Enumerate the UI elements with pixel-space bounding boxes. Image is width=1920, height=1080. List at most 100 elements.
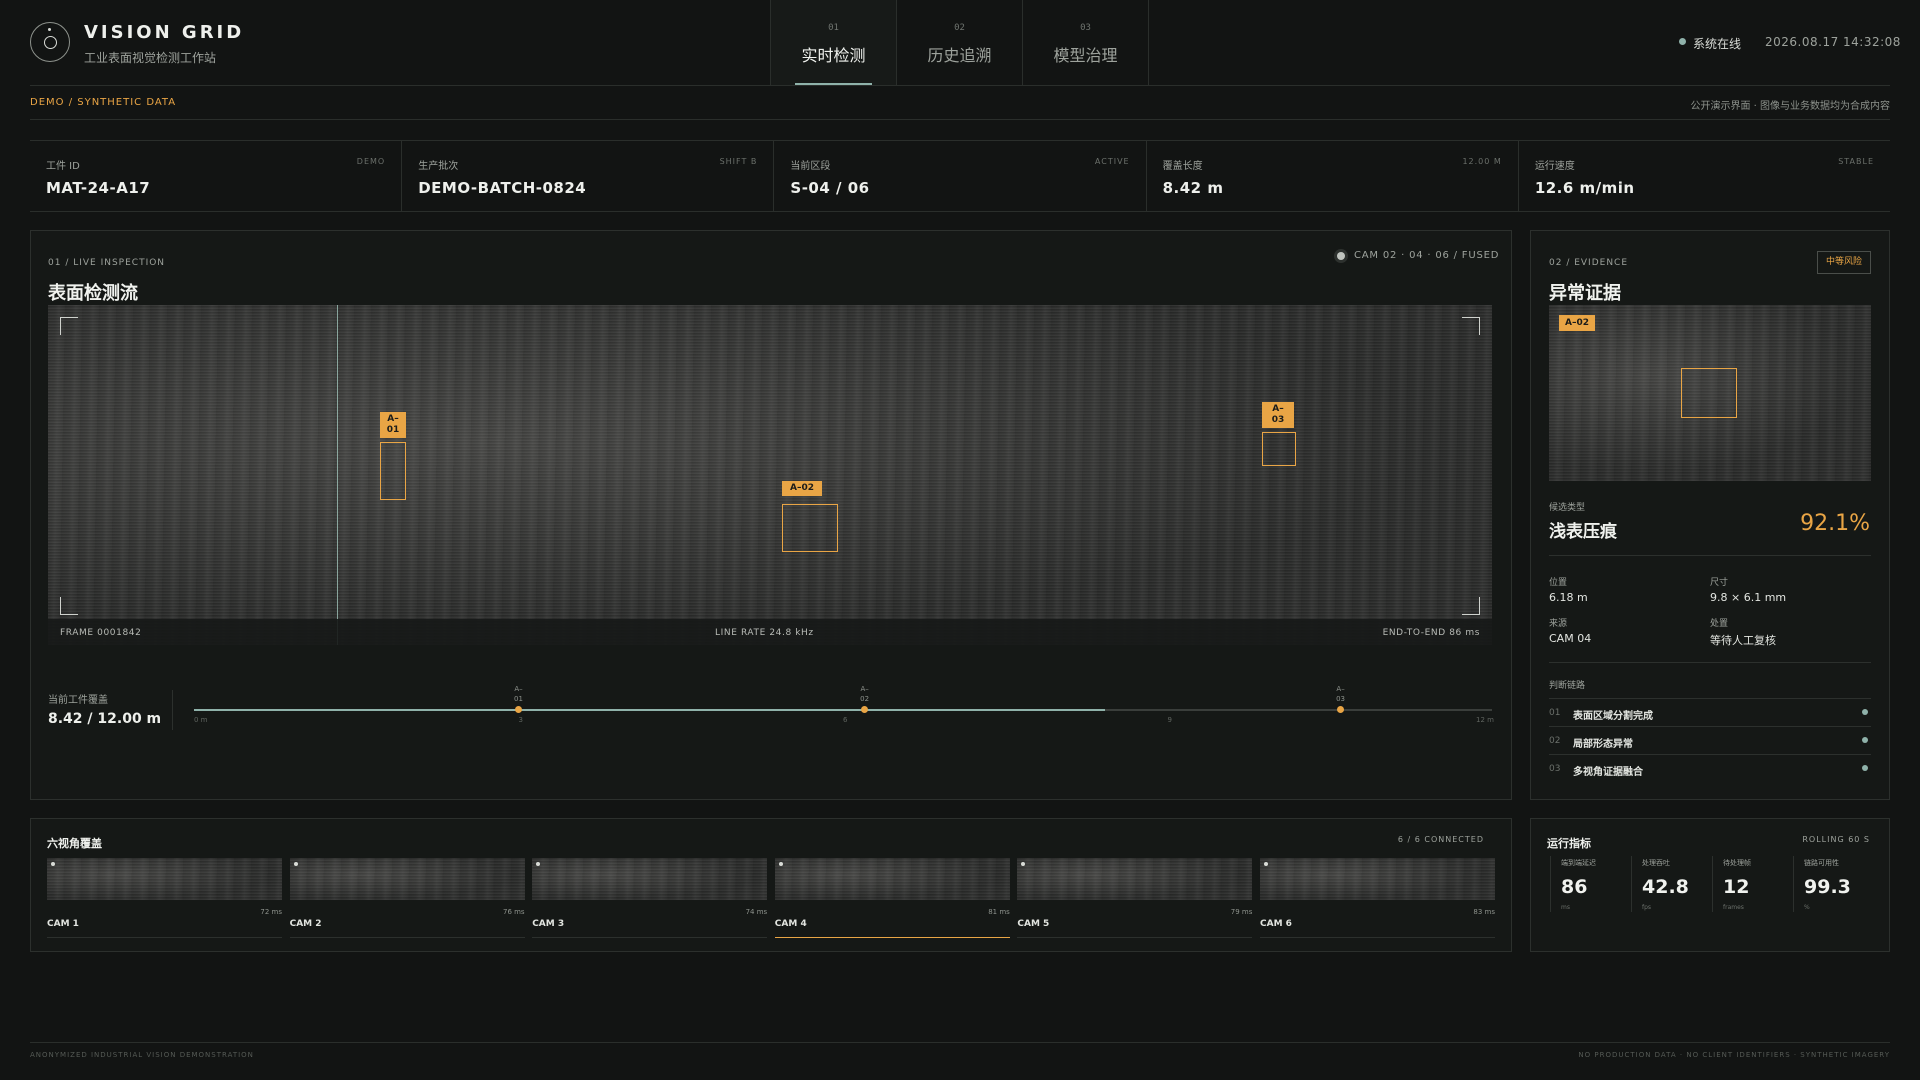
camera-item[interactable]: 81 ms CAM 4 — [774, 858, 1010, 938]
metric-value: 86 — [1561, 876, 1588, 898]
metrics-window: ROLLING 60 S — [1802, 835, 1870, 844]
camera-thumbnail — [532, 858, 768, 900]
frame-corner — [1462, 317, 1480, 335]
evidence-box — [1681, 368, 1737, 418]
info-tag: 12.00 M — [1462, 157, 1502, 166]
camera-thumbnail — [1017, 858, 1253, 900]
detection-box-a01[interactable] — [380, 442, 406, 500]
coverage-marker[interactable] — [515, 706, 522, 713]
chain-step: 03 多视角证据融合 — [1549, 754, 1871, 782]
main-nav: 01 实时检测 02 历史追溯 03 模型治理 — [770, 0, 1149, 85]
coverage-divider — [172, 690, 173, 730]
info-label: 工件 ID — [46, 161, 80, 172]
metric-cell: 处理吞吐 42.8 fps — [1631, 856, 1711, 912]
metrics-title: 运行指标 — [1547, 837, 1591, 850]
detection-tag-a03[interactable]: A– 03 — [1262, 402, 1294, 428]
metric-unit: ms — [1561, 904, 1570, 911]
camera-thumbnail — [1260, 858, 1495, 900]
field-label: 来源 — [1549, 619, 1568, 629]
camera-live-icon — [536, 862, 541, 866]
coverage-tick: 9 — [1167, 716, 1172, 724]
check-dot-icon — [1862, 709, 1868, 715]
inspection-stream[interactable]: A– 01 A–02 A– 03 FRAME 0001842 LINE RATE… — [48, 305, 1492, 645]
info-segment: 当前区段 ACTIVE S-04 / 06 — [774, 141, 1147, 211]
field-disposition: 等待人工复核 — [1710, 634, 1776, 647]
cameras-connected: 6 / 6 CONNECTED — [1397, 835, 1484, 844]
info-value: MAT-24-A17 — [46, 179, 151, 197]
coverage-tick: 6 — [843, 716, 848, 724]
system-status: 系统在线 — [1693, 37, 1742, 51]
tab-history[interactable]: 02 历史追溯 — [897, 0, 1023, 85]
tab-model[interactable]: 03 模型治理 — [1023, 0, 1149, 85]
demo-notice: 公开演示界面 · 图像与业务数据均为合成内容 — [1690, 101, 1890, 112]
camera-latency: 83 ms — [1473, 908, 1495, 916]
coverage-progress — [194, 709, 1105, 711]
camera-live-icon — [1264, 862, 1268, 866]
tab-number: 01 — [828, 23, 839, 33]
camera-latency: 76 ms — [502, 908, 525, 916]
coverage-marker[interactable] — [1337, 706, 1345, 713]
camera-item[interactable]: 72 ms CAM 1 — [47, 858, 282, 938]
evidence-tag: A–02 — [1559, 315, 1595, 331]
camera-live-icon — [51, 862, 55, 866]
brand-title: VISION GRID — [84, 22, 245, 43]
live-title: 表面检测流 — [48, 283, 138, 304]
camera-latency: 74 ms — [745, 908, 768, 916]
field-source: CAM 04 — [1549, 632, 1592, 645]
camera-item[interactable]: 76 ms CAM 2 — [289, 858, 525, 938]
detection-tag-a02[interactable]: A–02 — [782, 481, 822, 496]
metric-unit: fps — [1642, 904, 1652, 911]
coverage-tick: 3 — [518, 716, 523, 724]
camera-item[interactable]: 79 ms CAM 5 — [1017, 858, 1253, 938]
frame-corner — [60, 317, 78, 335]
camera-thumbnail — [47, 858, 282, 900]
info-tag: STABLE — [1838, 157, 1875, 166]
subheader-divider — [30, 119, 1890, 120]
chain-label: 判断链路 — [1549, 681, 1586, 691]
camera-name: CAM 3 — [532, 919, 565, 929]
evidence-divider — [1549, 555, 1871, 556]
frame-corner — [1462, 597, 1480, 615]
live-section-label: 01 / LIVE INSPECTION — [48, 258, 166, 268]
camera-name: CAM 4 — [774, 919, 807, 929]
footer-divider — [30, 1042, 1890, 1043]
field-label: 尺寸 — [1710, 578, 1729, 588]
footer-right: NO PRODUCTION DATA · NO CLIENT IDENTIFIE… — [1578, 1051, 1890, 1059]
header-divider — [30, 85, 1890, 86]
coverage-marker-label: A– 03 — [1336, 685, 1346, 703]
camera-latency: 79 ms — [1230, 908, 1253, 916]
frame-counter: FRAME 0001842 — [60, 628, 142, 638]
camera-latency: 72 ms — [260, 908, 282, 916]
online-status-icon — [1679, 38, 1686, 45]
camera-item[interactable]: 74 ms CAM 3 — [532, 858, 768, 938]
chain-step: 02 局部形态异常 — [1549, 726, 1871, 754]
check-dot-icon — [1862, 765, 1868, 771]
stream-footer: FRAME 0001842 LINE RATE 24.8 kHz END-TO-… — [48, 619, 1492, 645]
field-label: 处置 — [1710, 619, 1729, 629]
camera-item[interactable]: 83 ms CAM 6 — [1260, 858, 1495, 938]
detection-tag-a01[interactable]: A– 01 — [380, 412, 406, 438]
datetime: 2026.08.17 14:32:08 — [1765, 35, 1901, 49]
metric-unit: % — [1804, 904, 1810, 911]
metric-unit: frames — [1723, 904, 1744, 911]
metric-cell: 端到端延迟 86 ms — [1550, 856, 1630, 912]
field-size: 9.8 × 6.1 mm — [1710, 591, 1787, 604]
info-strip: 工件 ID DEMO MAT-24-A17 生产批次 SHIFT B DEMO-… — [30, 140, 1890, 212]
evidence-image[interactable]: A–02 — [1549, 305, 1871, 481]
coverage-value: 8.42 / 12.00 m — [48, 711, 162, 727]
coverage-marker-label: A– 02 — [860, 685, 870, 703]
info-label: 当前区段 — [790, 161, 831, 172]
check-dot-icon — [1862, 737, 1868, 743]
chain-number: 02 — [1549, 736, 1561, 746]
end-to-end-latency: END-TO-END 86 ms — [1382, 628, 1480, 638]
tab-realtime[interactable]: 01 实时检测 — [771, 0, 897, 85]
field-location: 6.18 m — [1549, 591, 1588, 604]
detection-box-a03[interactable] — [1262, 432, 1296, 466]
scan-line — [337, 305, 338, 645]
camera-live-icon — [1021, 862, 1026, 866]
coverage-marker-label: A– 01 — [514, 685, 523, 703]
brand-logo-icon — [30, 22, 70, 62]
info-tag: ACTIVE — [1094, 157, 1130, 166]
detection-box-a02[interactable] — [782, 504, 838, 552]
metric-value: 42.8 — [1642, 876, 1689, 898]
